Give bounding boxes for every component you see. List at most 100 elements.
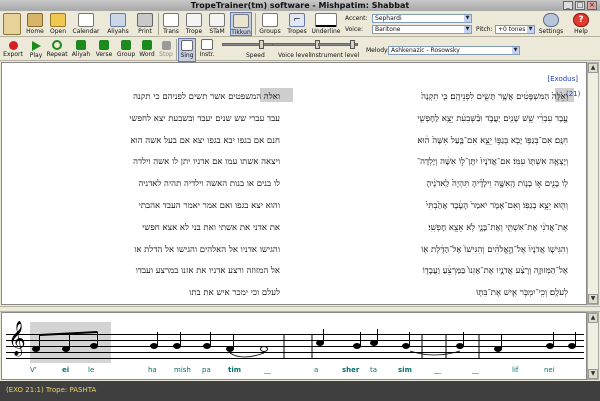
instrument-level-slider[interactable] [318,40,358,49]
pitch-label: Pitch: [476,26,493,33]
tropes-button[interactable]: ⌐ Tropes [285,12,309,36]
text-line-unpointed[interactable]: ויצאה אשתו עמו אם אדניו יתן לו אשה וילדה [133,156,280,167]
instrument-label: Instr. [199,51,215,58]
instrument-level-knob[interactable] [350,40,356,49]
voice-select[interactable]: Baritone ▼ [372,25,472,34]
scroll-down-icon[interactable]: ▼ [588,369,598,379]
text-line-unpointed[interactable]: עבד עברי שש שנים יעבד ובשבעת יצא לחפשי [129,113,280,124]
book-link[interactable]: [Exodus] [547,75,578,83]
tikkun-button[interactable]: Tikkun [230,12,252,36]
sing-toggle[interactable]: Sing [178,38,196,62]
melody-select[interactable]: Ashkenazic - Rosowsky ▼ [388,46,520,55]
text-line-pointed[interactable]: חִנָּֽם׃ אִם־בְּגַפּ֥וֹ יָבֹ֖א בְּגַפּ֣ו… [417,135,568,146]
scroll-down-icon[interactable]: ▼ [588,294,598,304]
home-button[interactable]: Home [25,12,45,36]
note-group [32,329,576,358]
speed-label: Speed [246,52,265,59]
text-line-pointed[interactable]: אֶל־הַמְּזוּזָ֑ה וְרָצַ֨ע אֲדֹנָ֤יו אֶת־… [423,265,568,276]
calendar-button[interactable]: Calendar [71,12,101,36]
stop-button[interactable]: Stop [158,38,174,62]
verse-play-button[interactable]: Verse [94,38,114,62]
stam-button[interactable]: STaM [206,12,228,36]
text-scrollbar[interactable]: ▲ ▼ [587,62,599,305]
speed-slider-knob[interactable] [258,40,264,49]
scroll-up-icon[interactable]: ▲ [588,63,598,73]
open-button[interactable]: Open [47,12,69,36]
instrument-level-label: Instrument level [310,52,360,59]
aliyah-label: Aliyah [71,51,91,58]
gear-icon [543,13,559,27]
help-button[interactable]: ? Help [570,12,592,36]
text-line-unpointed[interactable]: והוא יצא בגפו ואם אמר יאמר העבד אהבתי [139,200,280,211]
text-line-pointed[interactable]: אֶת־אֲדֹנִ֔י אֶת־אִשְׁתִּ֖י וְאֶת־בָּנָ֑… [428,222,568,233]
toolbar-divider [158,13,159,35]
settings-button[interactable]: Settings [538,12,564,36]
music-pane: 𝄞 V' ei le ha mish pa tim __ a sher ta s… [1,312,587,380]
sing-label: Sing [180,52,194,59]
syllable: le [88,366,95,374]
play-button[interactable]: Play [28,38,44,62]
chevron-down-icon: ▼ [464,15,471,22]
text-line-pointed[interactable]: וְאֵ֙לֶּה֙ הַמִּשְׁפָּטִ֔ים אֲשֶׁ֥ר תָּש… [421,91,568,102]
text-line-pointed[interactable]: ל֥וֹ בָנִ֖ים א֣וֹ בָנ֑וֹת הָֽאִשָּׁ֣ה וִ… [426,178,568,189]
word-play-button[interactable]: Word [138,38,156,62]
close-button[interactable]: × [587,1,597,10]
underline-button[interactable]: Underline [311,12,341,36]
toolbar-divider [176,39,177,61]
underline-label: Underline [311,28,341,35]
instrument-toggle[interactable]: Instr. [198,38,216,62]
music-scrollbar[interactable]: ▲ ▼ [587,312,599,380]
aliyah-play-button[interactable]: Aliyah [70,38,92,62]
text-line-pointed[interactable]: וְיָצְאָ֥ה אִשְׁתּ֖וֹ עִמּֽוֹ׃ אִם־אֲדֹנ… [417,156,568,167]
repeat-button[interactable]: Repeat [46,38,68,62]
trans-button[interactable]: Trans [160,12,182,36]
instrument-icon [201,39,213,50]
group-play-button[interactable]: Group [116,38,136,62]
print-button[interactable]: Print [134,12,156,36]
text-line-pointed[interactable]: לְעֹלָֽם׃ וְכִֽי־יִמְכֹּ֥ר אִ֛ישׁ אֶת־בִ… [476,287,568,298]
text-line-unpointed[interactable]: אל המזוזה ורצע אדניו את אזנו במרצע ועבדו [136,265,280,276]
text-line-unpointed[interactable]: לעלם וכי ימכר איש את בתו [189,287,280,298]
status-bar: (EXO 21:1) Trope: PASHTA [0,381,600,401]
tikkun-icon [233,14,249,28]
stop-label: Stop [159,51,173,58]
chevron-down-icon: ▼ [527,26,534,33]
text-line-unpointed[interactable]: חנם אם בגפו יבא בגפו יצא אם בעל אשה הוא [130,135,280,146]
text-line-unpointed[interactable]: לו בנים או בנות האשה וילדיה תהיה לאדניה [138,178,280,189]
folder-icon [50,13,66,27]
home-icon [27,13,43,27]
verse-icon [99,40,109,50]
text-line-pointed[interactable]: וְה֖וּא יֵצֵ֥א בְגַפּֽוֹ׃ וְאִם־אָמֹ֤ר י… [426,200,568,211]
maximize-button[interactable]: □ [575,1,585,10]
text-line-unpointed[interactable]: את אדני את אשתי ואת בני לא אצא חפשי [142,222,280,233]
syllable: tim [228,366,242,374]
tropes-label: Tropes [287,28,307,35]
accent-select[interactable]: Sephardi ▼ [372,14,472,23]
scroll-up-icon[interactable]: ▲ [588,313,598,323]
app-logo [2,12,22,36]
groups-button[interactable]: Groups [257,12,283,36]
export-button[interactable]: Export [2,38,24,62]
syllable: ta [370,366,378,374]
pitch-select[interactable]: +0 tones ▼ [495,25,535,34]
group-label: Group [116,51,136,58]
text-line-pointed[interactable]: וְהִגִּישׁ֤וֹ אֲדֹנָיו֙ אֶל־הָ֣אֱלֹהִ֔ים… [421,244,568,255]
text-line-unpointed[interactable]: והגישו אדניו אל האלהים והגישו אל הדלת או [134,244,280,255]
aliyahs-label: Aliyahs [107,28,129,35]
trans-label: Trans [163,28,179,35]
text-line-pointed[interactable]: עֶ֣בֶד עִבְרִ֔י שֵׁ֥שׁ שָׁנִ֖ים יַעֲבֹ֑ד… [417,113,568,124]
voice-label: Voice: [345,26,363,33]
minimize-button[interactable]: _ [563,1,573,10]
stop-icon [161,41,171,50]
main-toolbar: Home Open Calendar Aliyahs Print Trans T… [0,11,600,37]
aliyahs-button[interactable]: Aliyahs [104,12,132,36]
open-label: Open [49,28,67,35]
voice-level-slider[interactable] [272,40,324,49]
word-label: Word [139,51,155,58]
title-bar: TropeTrainer(tm) software - Mishpatim: S… [0,0,600,11]
status-text: (EXO 21:1) Trope: PASHTA [6,386,97,394]
repeat-icon [52,40,62,50]
trope-button[interactable]: Trope [184,12,204,36]
text-line-unpointed[interactable]: ואלה המשפטים אשר תשים לפניהם כי תקנה [133,91,280,102]
syllable: __ [264,366,271,374]
